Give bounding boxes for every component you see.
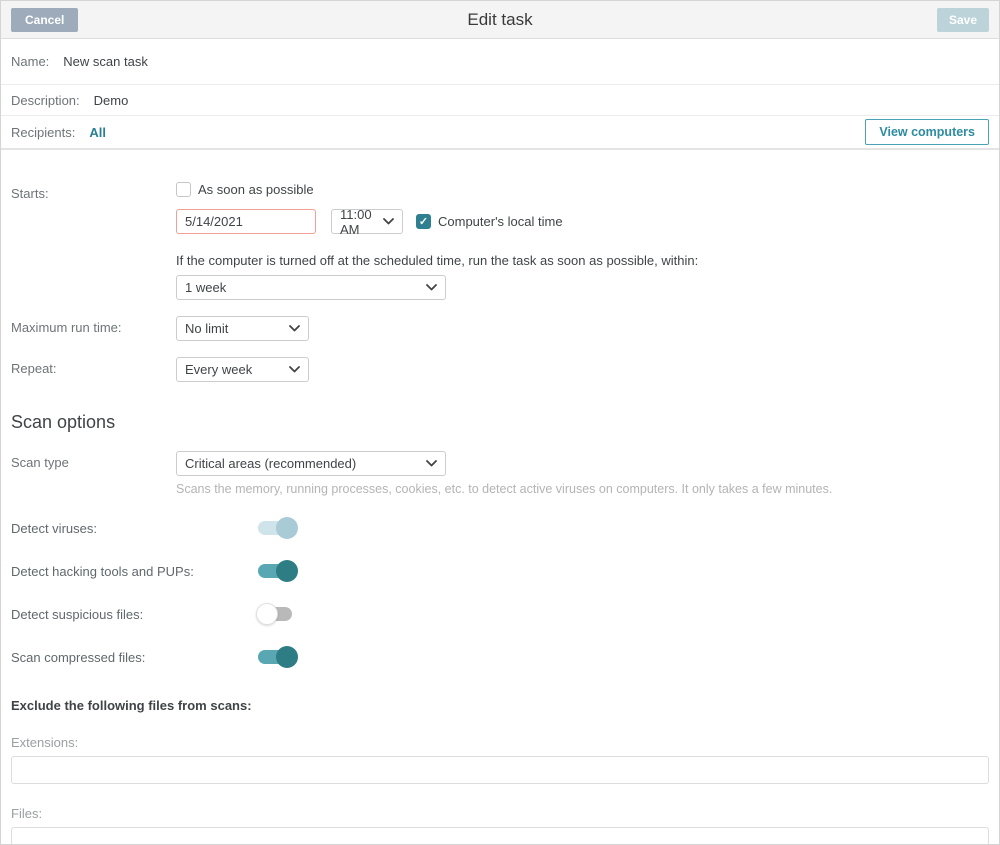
chevron-down-icon: [383, 218, 394, 225]
name-value[interactable]: New scan task: [63, 54, 148, 69]
detect-suspicious-row: Detect suspicious files:: [11, 603, 989, 625]
local-time-label: Computer's local time: [438, 214, 563, 229]
local-time-option: ✓ Computer's local time: [416, 214, 563, 229]
detect-viruses-toggle[interactable]: [258, 517, 296, 539]
toggle-knob: [276, 560, 298, 582]
datetime-row: 11:00 AM ✓ Computer's local time: [176, 209, 698, 234]
detect-viruses-label: Detect viruses:: [11, 521, 258, 536]
scan-options-heading: Scan options: [11, 412, 989, 433]
files-input[interactable]: [11, 827, 989, 845]
starts-section: Starts: As soon as possible 11:00 AM: [11, 182, 989, 300]
recipients-all-link[interactable]: All: [89, 125, 106, 140]
header-bar: Cancel Edit task Save: [1, 1, 999, 39]
detect-suspicious-label: Detect suspicious files:: [11, 607, 258, 622]
scan-type-help-text: Scans the memory, running processes, coo…: [176, 482, 832, 496]
description-row: Description: Demo: [1, 85, 999, 116]
name-label: Name:: [11, 54, 49, 69]
repeat-select[interactable]: Every week: [176, 357, 309, 382]
name-row: Name: New scan task: [1, 39, 999, 85]
detect-hacking-row: Detect hacking tools and PUPs:: [11, 560, 989, 582]
max-run-time-select[interactable]: No limit: [176, 316, 309, 341]
scan-type-row: Scan type Critical areas (recommended) S…: [11, 451, 989, 496]
chevron-down-icon: [426, 460, 437, 467]
max-run-time-label: Maximum run time:: [11, 316, 176, 335]
toggle-knob: [256, 603, 278, 625]
chevron-down-icon: [426, 284, 437, 291]
asap-checkbox[interactable]: [176, 182, 191, 197]
view-computers-button[interactable]: View computers: [865, 119, 989, 145]
scan-compressed-toggle[interactable]: [258, 646, 296, 668]
files-label: Files:: [11, 806, 989, 821]
local-time-checkbox[interactable]: ✓: [416, 214, 431, 229]
scan-type-value: Critical areas (recommended): [185, 456, 356, 471]
asap-label: As soon as possible: [198, 182, 314, 197]
toggle-knob: [276, 646, 298, 668]
repeat-label: Repeat:: [11, 357, 176, 376]
chevron-down-icon: [289, 366, 300, 373]
starts-label: Starts:: [11, 182, 176, 300]
run-within-select[interactable]: 1 week: [176, 275, 446, 300]
recipients-row: Recipients: All View computers: [1, 116, 999, 150]
save-button[interactable]: Save: [937, 8, 989, 32]
detect-viruses-row: Detect viruses:: [11, 517, 989, 539]
run-within-value: 1 week: [185, 280, 226, 295]
turned-off-note: If the computer is turned off at the sch…: [176, 253, 698, 268]
scan-compressed-row: Scan compressed files:: [11, 646, 989, 668]
asap-option: As soon as possible: [176, 182, 698, 197]
toggle-knob: [276, 517, 298, 539]
max-run-time-row: Maximum run time: No limit: [11, 316, 989, 341]
extensions-input[interactable]: [11, 756, 989, 784]
start-time-value: 11:00 AM: [340, 207, 375, 237]
edit-task-page: Cancel Edit task Save Name: New scan tas…: [0, 0, 1000, 845]
detect-hacking-toggle[interactable]: [258, 560, 296, 582]
page-title: Edit task: [1, 10, 999, 30]
repeat-row: Repeat: Every week: [11, 357, 989, 382]
chevron-down-icon: [289, 325, 300, 332]
recipients-label: Recipients:: [11, 125, 75, 140]
extensions-label: Extensions:: [11, 735, 989, 750]
max-run-time-value: No limit: [185, 321, 228, 336]
cancel-button[interactable]: Cancel: [11, 8, 78, 32]
exclude-heading: Exclude the following files from scans:: [11, 698, 989, 713]
detect-hacking-label: Detect hacking tools and PUPs:: [11, 564, 258, 579]
start-time-select[interactable]: 11:00 AM: [331, 209, 403, 234]
description-value[interactable]: Demo: [94, 93, 129, 108]
scan-type-select[interactable]: Critical areas (recommended): [176, 451, 446, 476]
scan-type-label: Scan type: [11, 451, 176, 470]
repeat-value: Every week: [185, 362, 252, 377]
start-date-input[interactable]: [176, 209, 316, 234]
detect-suspicious-toggle[interactable]: [258, 603, 296, 625]
scan-compressed-label: Scan compressed files:: [11, 650, 258, 665]
description-label: Description:: [11, 93, 80, 108]
